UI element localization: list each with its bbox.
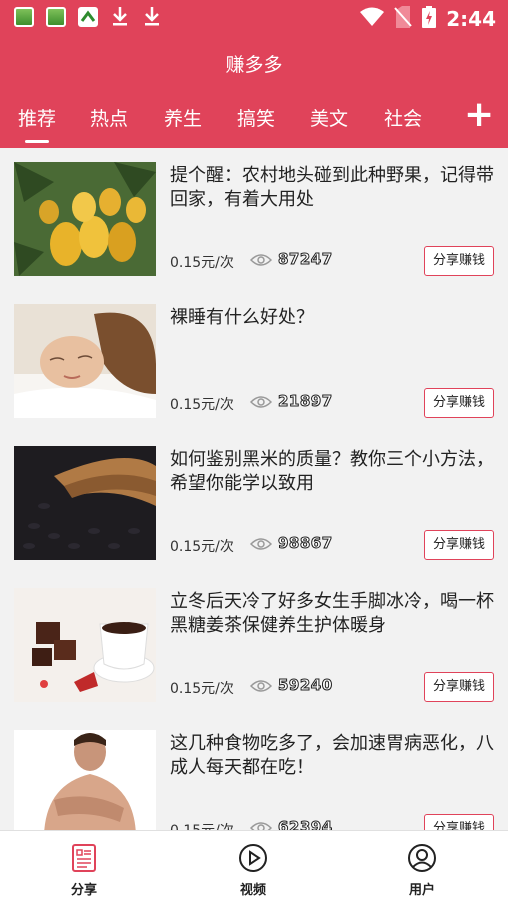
view-count: 98867 xyxy=(278,534,333,553)
eye-icon xyxy=(249,678,273,697)
article-title[interactable]: 立冬后天冷了好多女生手脚冰冷，喝一杯黑糖姜茶保健养生护体暖身 xyxy=(170,590,494,638)
article-thumbnail xyxy=(14,446,156,560)
nav-video[interactable]: 视频 xyxy=(213,843,293,898)
article-thumbnail xyxy=(14,304,156,418)
app-notification-icon xyxy=(46,7,66,27)
share-earn-button[interactable]: 分享赚钱 xyxy=(424,246,494,276)
article-title[interactable]: 这几种食物吃多了，会加速胃病恶化，八成人每天都在吃！ xyxy=(170,732,494,780)
nav-share-label: 分享 xyxy=(70,883,97,898)
tab-funny[interactable]: 搞笑 xyxy=(237,104,275,131)
reward-price: 0.15元/次 xyxy=(170,397,234,413)
article-title[interactable]: 裸睡有什么好处？ xyxy=(170,306,494,330)
list-item[interactable]: 这几种食物吃多了，会加速胃病恶化，八成人每天都在吃！ 0.15元/次 62394… xyxy=(0,716,508,830)
download-icon xyxy=(142,6,162,28)
play-icon xyxy=(238,844,268,877)
eye-icon xyxy=(249,252,273,271)
user-icon xyxy=(407,844,437,877)
nav-user[interactable]: 用户 xyxy=(382,843,462,898)
nav-video-label: 视频 xyxy=(239,883,266,898)
reward-price: 0.15元/次 xyxy=(170,681,234,697)
tab-hot[interactable]: 热点 xyxy=(90,104,128,131)
eye-icon xyxy=(249,536,273,555)
eye-icon xyxy=(249,820,273,830)
article-title[interactable]: 提个醒：农村地头碰到此种野果，记得带回家，有着大用处 xyxy=(170,164,494,212)
share-earn-button[interactable]: 分享赚钱 xyxy=(424,814,494,830)
tab-recommended[interactable]: 推荐 xyxy=(18,104,56,131)
share-earn-button[interactable]: 分享赚钱 xyxy=(424,672,494,702)
view-count: 62394 xyxy=(278,818,333,831)
article-thumbnail xyxy=(14,162,156,276)
category-tabs: 推荐 热点 养生 搞笑 美文 社会 + xyxy=(0,94,508,148)
view-count: 59240 xyxy=(278,676,333,695)
view-count: 21897 xyxy=(278,392,333,411)
share-earn-button[interactable]: 分享赚钱 xyxy=(424,388,494,418)
reward-price: 0.15元/次 xyxy=(170,539,234,555)
article-list[interactable]: 提个醒：农村地头碰到此种野果，记得带回家，有着大用处 0.15元/次 87247… xyxy=(0,148,508,830)
battery-charging-icon xyxy=(422,6,437,32)
app-notification-icon xyxy=(78,7,98,27)
share-list-icon xyxy=(69,844,99,877)
no-sim-icon xyxy=(394,6,412,32)
download-icon xyxy=(110,6,130,28)
article-title[interactable]: 如何鉴别黑米的质量？教你三个小方法，希望你能学以致用 xyxy=(170,448,494,496)
app-header: 赚多多 推荐 热点 养生 搞笑 美文 社会 + xyxy=(0,36,508,148)
share-earn-button[interactable]: 分享赚钱 xyxy=(424,530,494,560)
status-bar: 2:44 xyxy=(0,0,508,36)
app-notification-icon xyxy=(14,7,34,27)
system-icons: 2:44 xyxy=(360,6,496,32)
plus-icon[interactable]: + xyxy=(464,94,494,135)
app-title: 赚多多 xyxy=(225,54,283,76)
tab-society[interactable]: 社会 xyxy=(384,104,422,131)
article-thumbnail xyxy=(14,730,156,830)
tab-essays[interactable]: 美文 xyxy=(310,104,348,131)
tab-health[interactable]: 养生 xyxy=(164,104,202,131)
reward-price: 0.15元/次 xyxy=(170,255,234,271)
nav-user-label: 用户 xyxy=(408,883,435,898)
list-item[interactable]: 如何鉴别黑米的质量？教你三个小方法，希望你能学以致用 0.15元/次 98867… xyxy=(0,432,508,575)
list-item[interactable]: 立冬后天冷了好多女生手脚冰冷，喝一杯黑糖姜茶保健养生护体暖身 0.15元/次 5… xyxy=(0,574,508,717)
active-tab-indicator xyxy=(25,140,49,143)
status-time: 2:44 xyxy=(446,7,496,31)
list-item[interactable]: 裸睡有什么好处？ 0.15元/次 21897 分享赚钱 xyxy=(0,290,508,433)
wifi-icon xyxy=(360,7,385,31)
article-thumbnail xyxy=(14,588,156,702)
nav-share[interactable]: 分享 xyxy=(44,843,124,898)
view-count: 87247 xyxy=(278,250,333,269)
eye-icon xyxy=(249,394,273,413)
bottom-navigation: 分享 视频 用户 xyxy=(0,830,508,905)
reward-price: 0.15元/次 xyxy=(170,820,234,830)
notification-icons xyxy=(14,6,162,28)
list-item[interactable]: 提个醒：农村地头碰到此种野果，记得带回家，有着大用处 0.15元/次 87247… xyxy=(0,148,508,291)
